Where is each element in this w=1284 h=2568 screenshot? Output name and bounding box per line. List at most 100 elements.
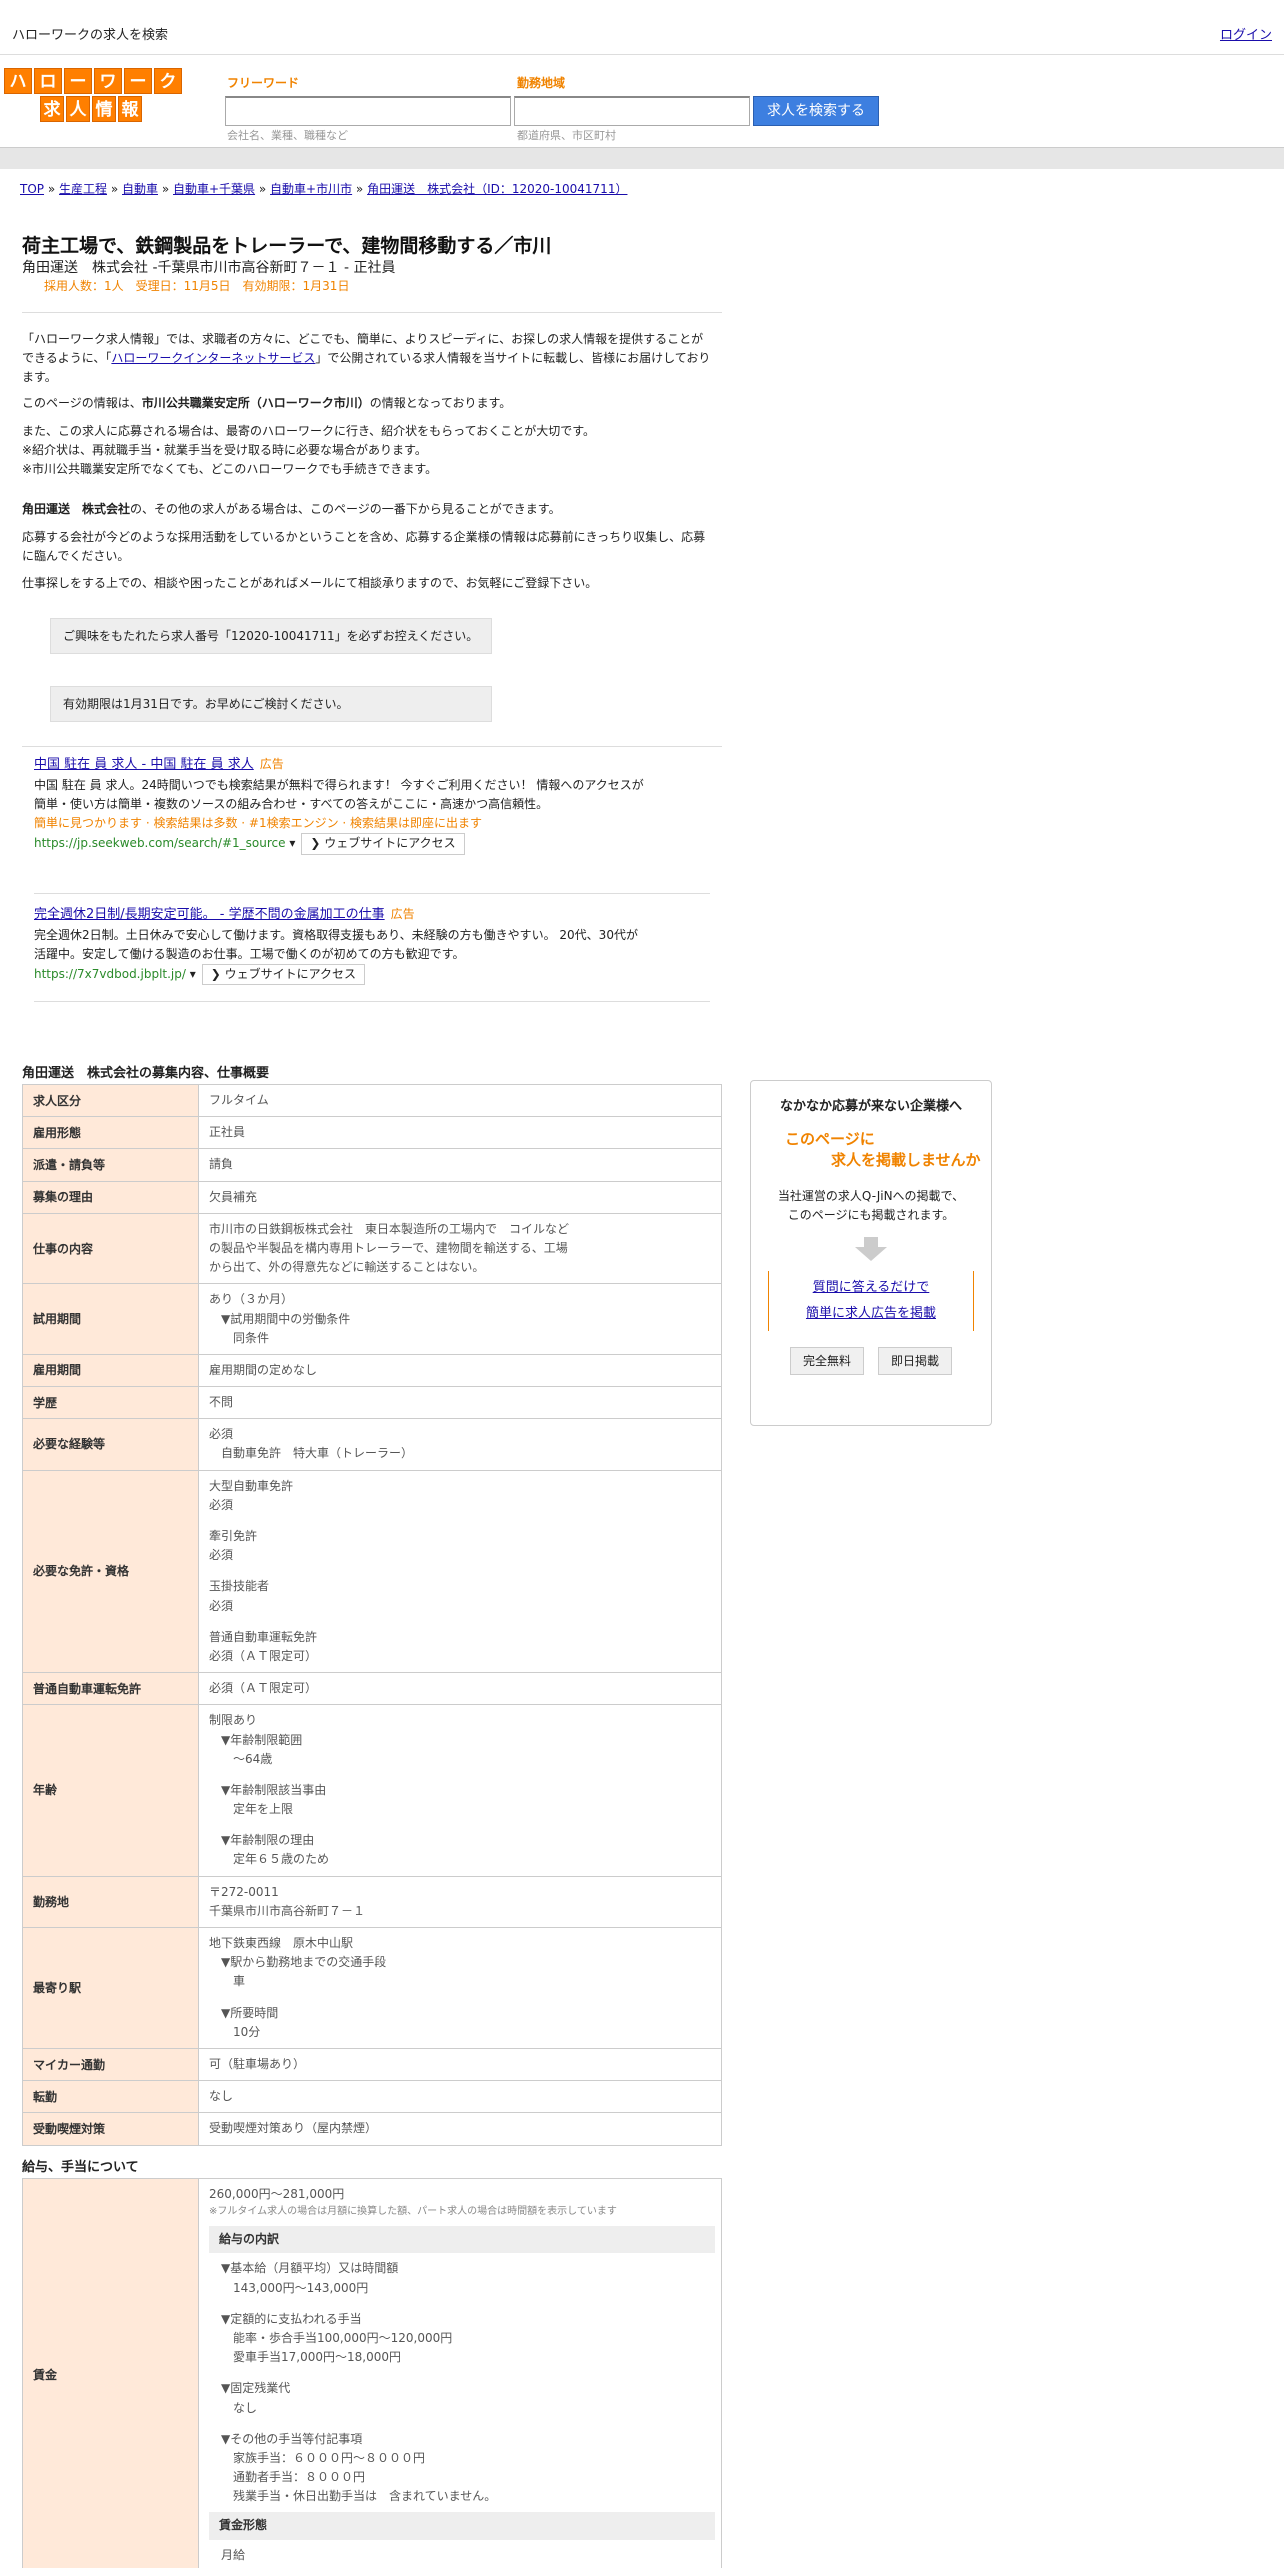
row-value-line: あり（３か月） [209,1292,294,1307]
login-link[interactable]: ログイン [1220,26,1272,46]
freeword-placeholder: 会社名、業種、職種など [227,129,348,142]
row-label: 募集の理由 [22,1180,199,1214]
row-value-line: 必須（ＡＴ限定可） [209,1648,318,1663]
row-value-line: 定年を上限 [209,1802,294,1817]
ad-url[interactable]: https://jp.seekweb.com/search/#1_source [34,836,286,850]
freeword-input[interactable] [225,96,511,126]
ad-sitelinks[interactable]: 簡単に見つかります · 検索結果は多数 · #1検索エンジン · 検索結果は即座… [34,814,644,833]
table-row: 仕事の内容 市川市の日鉄鋼板株式会社 東日本製造所の工場内で コイルなど の製品や半… [22,1212,722,1285]
row-value-line: 玉掛技能者 [209,1579,270,1594]
table-row: 年齢 制限あり ▼年齢制限範囲 〜64歳 ▼年齢制限該当事由 定年を上限 ▼年齢制… [22,1704,722,1877]
row-value: 可（駐車場あり） [198,2047,722,2082]
logo-char: ロ [34,68,62,94]
promo-headline: このページに 求人を掲載しませんか [785,1129,981,1169]
row-value-line: 必須 [209,1598,234,1613]
ad-title-link[interactable]: 中国 駐在 員 求人 - 中国 駐在 員 求人 [34,757,254,772]
divider [22,746,722,747]
row-label: 学歴 [22,1386,199,1420]
promo-link-questions[interactable]: 質問に答えるだけで [813,1280,930,1295]
hellowork-logo[interactable]: ハローワーク 求人情報 [4,68,182,124]
row-value-line: ▼年齢制限該当事由 [209,1782,327,1797]
row-value-line: 欠員補充 [209,1189,258,1204]
row-value-line: 必須 [209,1427,234,1442]
job-title: 荷主工場で、鉄鋼製品をトレーラーで、建物間移動する／市川 [22,235,552,257]
table-row: 必要な免許・資格 大型自動車免許 必須 牽引免許 必須 玉掛技能者 必須 普通自動車運転免許必… [22,1469,722,1674]
breadcrumb-category[interactable]: 生産工程 [59,182,107,196]
table-row: 求人区分 フルタイム [22,1083,722,1118]
salary-line: ▼基本給（月額平均）又は時間額 [221,2261,399,2276]
salary-breakdown: ▼基本給（月額平均）又は時間額 143,000円〜143,000円 ▼定額的に支払… [209,2259,715,2506]
salary-breakdown-heading: 給与の内訳 [209,2226,715,2254]
row-value-line: 大型自動車免許 [209,1478,294,1493]
row-value-line: ▼年齢制限範囲 [209,1732,303,1747]
table-row: 試用期間 あり（３か月） ▼試用期間中の労働条件 同条件 [22,1283,722,1355]
visit-website-button[interactable]: ❯ ウェブサイトにアクセス [301,833,465,855]
breadcrumb-company[interactable]: 角田運送 株式会社（ID：12020-10041711） [367,182,627,196]
row-label: 普通自動車運転免許 [22,1672,199,1706]
logo-char: 報 [118,96,142,122]
free-button[interactable]: 完全無料 [789,1346,864,1375]
row-value-line: ▼年齢制限の理由 [209,1833,315,1848]
area-input[interactable] [514,96,750,126]
freeword-label: フリーワード [227,76,300,90]
breadcrumb-city[interactable]: 自動車+市川市 [270,182,352,196]
row-value: 受動喫煙対策あり（屋内禁煙） [198,2112,722,2146]
arrow-down-icon [855,1246,887,1261]
ad-url[interactable]: https://7x7vdbod.jbplt.jp/ [34,967,186,981]
row-value-line: 地下鉄東西線 原木中山駅 [209,1936,354,1950]
row-value-line: 受動喫煙対策あり（屋内禁煙） [209,2121,378,2136]
row-value-line [209,1565,711,1577]
row-value-line: から出て、外の得意先などに輸送することはない。 [209,1260,485,1275]
intro-paragraph-3: また、この求人に応募される場合は、最寄のハローワークに行き、紹介状をもらっておく… [22,424,596,438]
row-value: 請負 [198,1148,722,1182]
salary-line: 愛車手当17,000円〜18,000円 [221,2350,401,2365]
row-value: 制限あり ▼年齢制限範囲 〜64歳 ▼年齢制限該当事由 定年を上限 ▼年齢制限の… [198,1704,722,1877]
table-row: 派遣・請負等 請負 [22,1148,722,1182]
table-row: 賃金 260,000円〜281,000円 ※フルタイム求人の場合は月額に換算した… [22,2178,722,2568]
row-label: 雇用形態 [22,1116,199,1150]
row-label: 求人区分 [22,1083,199,1118]
same-day-button[interactable]: 即日掲載 [878,1346,953,1375]
hellowork-internet-link[interactable]: ハローワークインターネットサービス [111,351,315,365]
overview-heading: 角田運送 株式会社の募集内容、仕事概要 [22,1066,270,1081]
row-value-line: 車 [209,1974,246,1989]
salary-form-heading: 賃金形態 [209,2512,715,2540]
row-value: なし [198,2080,722,2114]
arrow-down-icon [864,1236,878,1247]
ad-block: 中国 駐在 員 求人 - 中国 駐在 員 求人 広告 中国 駐在 員 求人。24時… [34,755,644,855]
row-label: 必要な経験等 [22,1418,199,1471]
row-value-line [209,1616,711,1628]
row-value: 地下鉄東西線 原木中山駅 ▼駅から勤務地までの交通手段 車 ▼所要時間 10分 [198,1927,722,2049]
promo-description: 当社運営の求人Q-JiNへの掲載で、 このページにも掲載されます。 [777,1188,965,1222]
salary-line: 通勤者手当：８０００円 [221,2470,366,2485]
table-row: 必要な経験等 必須 自動車免許 特大車（トレーラー） [22,1418,722,1471]
table-row: マイカー通勤 可（駐車場あり） [22,2047,722,2082]
row-value: あり（３か月） ▼試用期間中の労働条件 同条件 [198,1283,722,1355]
row-value: 260,000円〜281,000円 ※フルタイム求人の場合は月額に換算した額、パ… [198,2178,722,2568]
row-value: 必須（ＡＴ限定可） [198,1672,722,1706]
table-row: 雇用期間 雇用期間の定めなし [22,1353,722,1388]
row-value: 雇用期間の定めなし [198,1353,722,1388]
breadcrumb-top[interactable]: TOP [20,182,44,196]
logo-char: ハ [4,68,32,94]
visit-website-button[interactable]: ❯ ウェブサイトにアクセス [201,964,366,986]
breadcrumb-prefecture[interactable]: 自動車+千葉県 [173,182,255,196]
divider [34,1001,710,1002]
logo-char: 人 [66,96,90,122]
salary-note: ※フルタイム求人の場合は月額に換算した額、パート求人の場合は時間額を表示していま… [209,2206,617,2218]
search-button[interactable]: 求人を検索する [753,96,879,126]
table-row: 勤務地 〒272-0011 千葉県市川市高谷新町７－１ [22,1875,722,1929]
intro-paragraph-7: 応募する会社が今どのような採用活動をしているかということを含め、応募する企業様の… [22,530,706,564]
row-value: 大型自動車免許 必須 牽引免許 必須 玉掛技能者 必須 普通自動車運転免許 必須（ＡＴ限定可） [198,1469,722,1674]
promo-link-post-ad[interactable]: 簡単に求人広告を掲載 [806,1306,936,1321]
row-value-line [209,1992,711,2004]
table-row: 雇用形態 正社員 [22,1116,722,1150]
top-bar: ハローワークの求人を検索 ログイン [0,0,1284,55]
breadcrumb-subcategory[interactable]: 自動車 [122,182,158,196]
row-value: 〒272-0011 千葉県市川市高谷新町７－１ [198,1875,722,1929]
row-value-line: ▼駅から勤務地までの交通手段 [209,1955,387,1970]
ad-title-link[interactable]: 完全週休2日制/長期安定可能。 - 学歴不問の金属加工の仕事 [34,907,385,922]
salary-line: 143,000円〜143,000円 [221,2280,369,2295]
row-label: マイカー通勤 [22,2047,199,2082]
row-value: フルタイム [198,1083,722,1118]
